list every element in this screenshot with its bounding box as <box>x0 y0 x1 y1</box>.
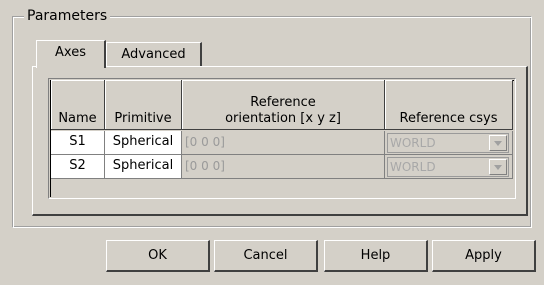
row2-primitive-cell[interactable]: Spherical <box>105 155 182 179</box>
column-header-name: Name <box>51 80 105 130</box>
tab-advanced[interactable]: Advanced <box>106 42 202 68</box>
column-header-primitive: Primitive <box>105 80 182 130</box>
row2-name-cell[interactable]: S2 <box>51 155 105 179</box>
tab-axes[interactable]: Axes <box>36 40 106 68</box>
column-header-reference-orientation: Reference orientation [x y z] <box>182 80 385 130</box>
cancel-button[interactable]: Cancel <box>214 240 318 272</box>
parameters-title: Parameters <box>24 8 111 24</box>
column-header-reference-csys: Reference csys <box>385 80 513 130</box>
help-button[interactable]: Help <box>324 240 428 272</box>
ok-button[interactable]: OK <box>106 240 210 272</box>
row2-csys-dropdown-icon <box>489 159 507 175</box>
apply-button[interactable]: Apply <box>432 240 536 272</box>
header-orientation-line2: orientation [x y z] <box>225 111 341 126</box>
row1-csys-dropdown-icon <box>489 135 507 151</box>
row2-orientation-cell: [0 0 0] <box>182 155 385 179</box>
row1-name-cell[interactable]: S1 <box>51 131 105 155</box>
row1-orientation-cell: [0 0 0] <box>182 131 385 155</box>
row1-primitive-cell[interactable]: Spherical <box>105 131 182 155</box>
header-orientation-line1: Reference <box>250 95 316 110</box>
